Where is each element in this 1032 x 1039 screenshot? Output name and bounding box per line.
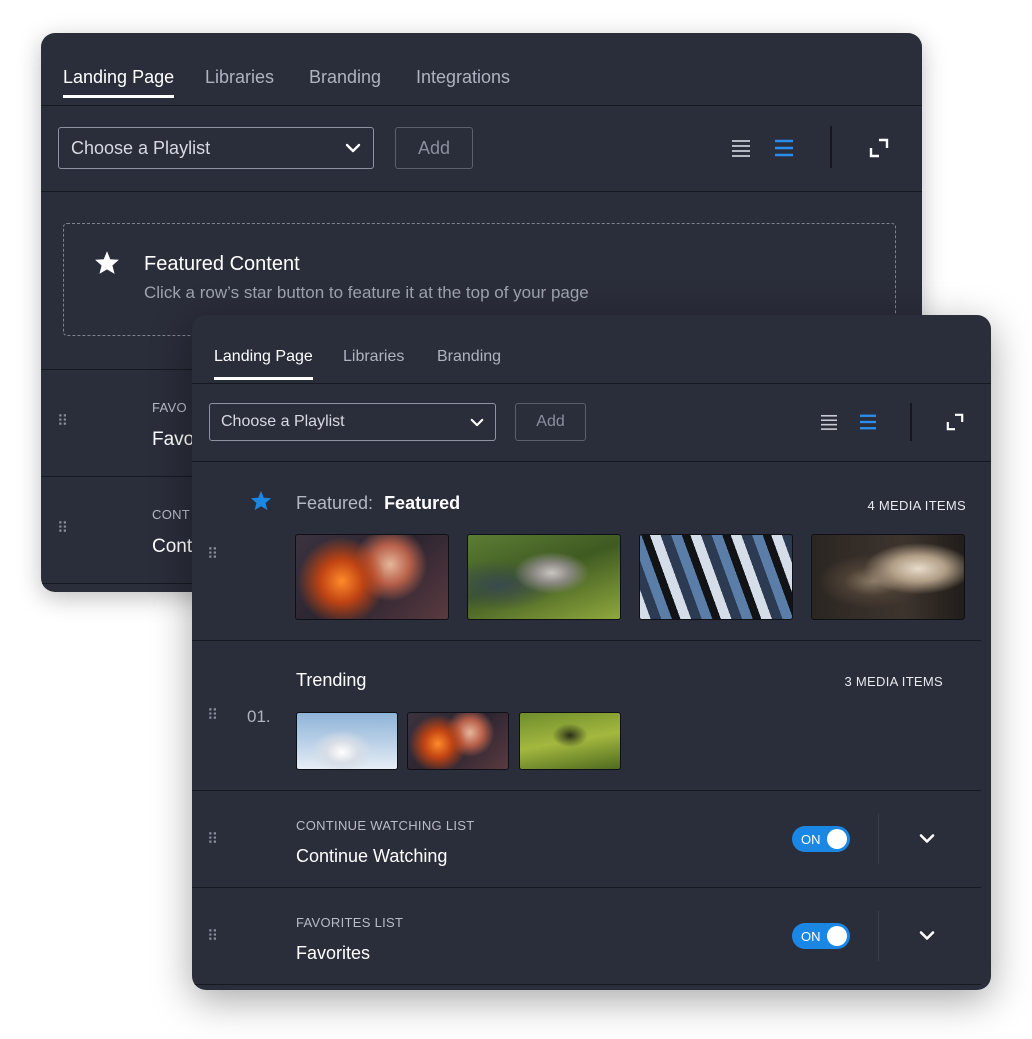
row-divider [878, 911, 879, 961]
chevron-down-icon [345, 143, 361, 153]
row-title: Favo [152, 429, 195, 450]
front-panel: Landing Page Libraries Branding .front-t… [192, 315, 991, 990]
chevron-down-icon[interactable] [919, 930, 935, 941]
chevron-down-icon [470, 418, 484, 426]
compact-list-view-icon[interactable] [857, 411, 879, 433]
tab-landing-page[interactable]: Landing Page [214, 348, 313, 380]
star-icon [95, 251, 119, 274]
drag-handle-icon[interactable]: ⠿ [57, 521, 69, 536]
playlist-select[interactable]: Choose a Playlist [58, 127, 374, 169]
row-caption: CONT [152, 507, 191, 522]
media-count: 3 MEDIA ITEMS [844, 674, 943, 689]
row-title: Continue Watching [296, 846, 448, 866]
expand-icon[interactable] [944, 411, 966, 433]
media-thumbnail[interactable] [295, 534, 449, 620]
tab-integrations[interactable]: Integrations [416, 67, 510, 88]
row-title: Trending [296, 670, 367, 690]
featured-title: Featured Content [144, 253, 300, 275]
tab-branding[interactable]: Branding [437, 348, 501, 366]
media-thumbnail[interactable] [467, 534, 621, 620]
toolbar-divider [830, 126, 832, 168]
toolbar-divider [910, 403, 912, 441]
chevron-down-icon[interactable] [919, 833, 935, 844]
row-caption: CONTINUE WATCHING LIST [296, 818, 475, 833]
media-thumbnail[interactable] [811, 534, 965, 620]
drag-handle-icon[interactable]: ⠿ [207, 547, 219, 562]
featured-prefix: Featured: [296, 493, 374, 513]
row-title: Cont [152, 536, 193, 557]
media-count: 4 MEDIA ITEMS [867, 498, 966, 513]
media-thumbnail[interactable] [639, 534, 793, 620]
row-title: Favorites [296, 943, 371, 963]
row-caption: FAVO [152, 400, 187, 415]
tab-bar: Landing Page Libraries Branding [192, 315, 991, 384]
add-button[interactable]: Add [395, 127, 473, 169]
playlist-select-value: Choose a Playlist [221, 413, 345, 430]
featured-row-title: Featured: Featured [296, 493, 460, 514]
star-icon[interactable] [250, 490, 272, 511]
toggle-knob [827, 926, 847, 946]
featured-subtitle: Click a row’s star button to feature it … [144, 283, 589, 302]
row-divider [878, 814, 879, 864]
visibility-toggle[interactable]: ON [792, 923, 850, 949]
toggle-knob [827, 829, 847, 849]
toggle-label: ON [801, 832, 821, 847]
tab-libraries[interactable]: Libraries [205, 67, 274, 88]
toggle-label: ON [801, 929, 821, 944]
drag-handle-icon[interactable]: ⠿ [207, 708, 219, 723]
tab-libraries[interactable]: Libraries [343, 348, 404, 366]
media-thumbnail[interactable] [296, 712, 398, 770]
media-thumbnail[interactable] [519, 712, 621, 770]
list-item[interactable]: ⠿ FAVORITES LIST Favorites ON [192, 888, 981, 985]
playlist-select[interactable]: Choose a Playlist [209, 403, 496, 441]
tab-branding[interactable]: Branding [309, 67, 381, 88]
toolbar: Choose a Playlist Add [41, 106, 922, 192]
tab-landing-page[interactable]: Landing Page [63, 67, 175, 98]
row-index: 01. [247, 707, 271, 726]
visibility-toggle[interactable]: ON [792, 826, 850, 852]
tab-bar: Landing Page Libraries Branding Integrat… [41, 33, 922, 106]
media-thumbnail[interactable] [407, 712, 509, 770]
featured-row[interactable]: ⠿ Featured: Featured 4 MEDIA ITEMS [192, 462, 981, 641]
drag-handle-icon[interactable]: ⠿ [207, 929, 219, 944]
expand-icon[interactable] [867, 136, 891, 160]
list-view-icon[interactable] [729, 136, 753, 160]
list-item[interactable]: ⠿ CONTINUE WATCHING LIST Continue Watchi… [192, 791, 981, 888]
trending-row[interactable]: ⠿ 01. Trending 3 MEDIA ITEMS [192, 641, 981, 791]
add-button[interactable]: Add [515, 403, 586, 441]
toolbar: Choose a Playlist Add [192, 384, 991, 462]
playlist-select-value: Choose a Playlist [71, 137, 211, 158]
row-caption: FAVORITES LIST [296, 915, 404, 930]
list-view-icon[interactable] [818, 411, 840, 433]
featured-name: Featured [384, 493, 461, 513]
drag-handle-icon[interactable]: ⠿ [57, 414, 69, 429]
drag-handle-icon[interactable]: ⠿ [207, 832, 219, 847]
compact-list-view-icon[interactable] [772, 136, 796, 160]
